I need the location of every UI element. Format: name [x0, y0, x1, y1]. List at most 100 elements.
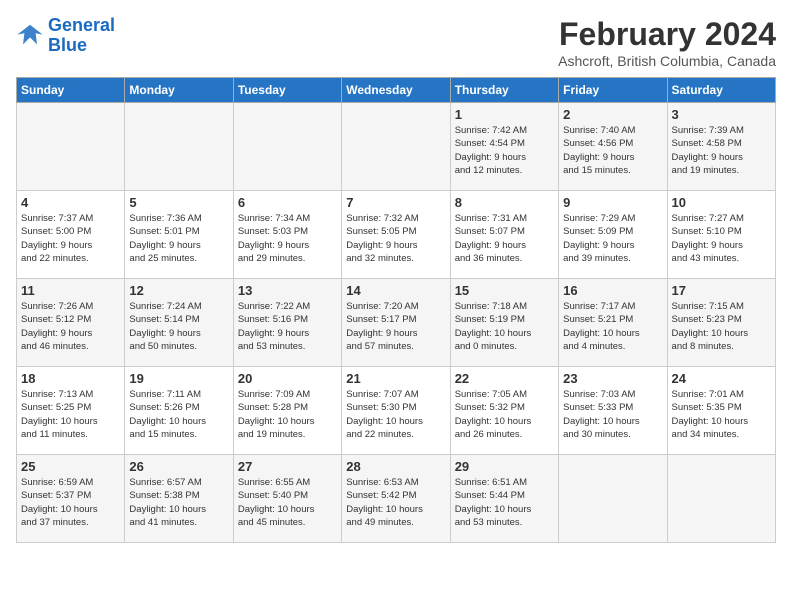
day-info: Sunrise: 7:42 AM Sunset: 4:54 PM Dayligh…: [455, 124, 554, 177]
calendar-cell: 25 Sunrise: 6:59 AM Sunset: 5:37 PM Dayli…: [17, 455, 125, 543]
logo: General Blue: [16, 16, 115, 56]
calendar-cell: 24 Sunrise: 7:01 AM Sunset: 5:35 PM Dayli…: [667, 367, 775, 455]
day-number: 1: [455, 107, 554, 122]
calendar-cell: [559, 455, 667, 543]
calendar-cell: 19Sunrise: 7:11 AM Sunset: 5:26 PM Dayli…: [125, 367, 233, 455]
title-block: February 2024 Ashcroft, British Columbia…: [558, 16, 776, 69]
day-number: 25: [21, 459, 120, 474]
day-number: 7: [346, 195, 445, 210]
calendar-header-row: SundayMondayTuesdayWednesdayThursdayFrid…: [17, 78, 776, 103]
day-number: 14: [346, 283, 445, 298]
day-number: 2: [563, 107, 662, 122]
day-number: 15: [455, 283, 554, 298]
calendar-cell: 5 Sunrise: 7:36 AM Sunset: 5:01 PM Daylig…: [125, 191, 233, 279]
day-info: Sunrise: 7:13 AM Sunset: 5:25 PM Dayligh…: [21, 388, 120, 441]
day-info: Sunrise: 7:22 AM Sunset: 5:16 PM Dayligh…: [238, 300, 337, 353]
day-number: 4: [21, 195, 120, 210]
calendar-cell: 11 Sunrise: 7:26 AM Sunset: 5:12 PM Dayli…: [17, 279, 125, 367]
day-info: Sunrise: 6:51 AM Sunset: 5:44 PM Dayligh…: [455, 476, 554, 529]
day-number: 27: [238, 459, 337, 474]
day-number: 10: [672, 195, 771, 210]
calendar-cell: 29 Sunrise: 6:51 AM Sunset: 5:44 PM Dayli…: [450, 455, 558, 543]
calendar-cell: 13Sunrise: 7:22 AM Sunset: 5:16 PM Dayli…: [233, 279, 341, 367]
calendar-cell: 9 Sunrise: 7:29 AM Sunset: 5:09 PM Daylig…: [559, 191, 667, 279]
day-info: Sunrise: 7:36 AM Sunset: 5:01 PM Dayligh…: [129, 212, 228, 265]
calendar-table: SundayMondayTuesdayWednesdayThursdayFrid…: [16, 77, 776, 543]
calendar-cell: 4 Sunrise: 7:37 AM Sunset: 5:00 PM Daylig…: [17, 191, 125, 279]
calendar-cell: 27 Sunrise: 6:55 AM Sunset: 5:40 PM Dayli…: [233, 455, 341, 543]
day-info: Sunrise: 6:55 AM Sunset: 5:40 PM Dayligh…: [238, 476, 337, 529]
day-info: Sunrise: 7:29 AM Sunset: 5:09 PM Dayligh…: [563, 212, 662, 265]
calendar-cell: 2Sunrise: 7:40 AM Sunset: 4:56 PM Daylig…: [559, 103, 667, 191]
day-number: 22: [455, 371, 554, 386]
calendar-week-row: 4 Sunrise: 7:37 AM Sunset: 5:00 PM Daylig…: [17, 191, 776, 279]
calendar-week-row: 11 Sunrise: 7:26 AM Sunset: 5:12 PM Dayli…: [17, 279, 776, 367]
day-info: Sunrise: 7:07 AM Sunset: 5:30 PM Dayligh…: [346, 388, 445, 441]
day-number: 19: [129, 371, 228, 386]
calendar-cell: 7 Sunrise: 7:32 AM Sunset: 5:05 PM Daylig…: [342, 191, 450, 279]
calendar-cell: 28Sunrise: 6:53 AM Sunset: 5:42 PM Dayli…: [342, 455, 450, 543]
page-header: General Blue February 2024 Ashcroft, Bri…: [16, 16, 776, 69]
column-header-wednesday: Wednesday: [342, 78, 450, 103]
day-info: Sunrise: 7:34 AM Sunset: 5:03 PM Dayligh…: [238, 212, 337, 265]
day-number: 3: [672, 107, 771, 122]
calendar-week-row: 1 Sunrise: 7:42 AM Sunset: 4:54 PM Daylig…: [17, 103, 776, 191]
day-number: 8: [455, 195, 554, 210]
column-header-sunday: Sunday: [17, 78, 125, 103]
calendar-cell: 16 Sunrise: 7:17 AM Sunset: 5:21 PM Dayli…: [559, 279, 667, 367]
calendar-cell: [125, 103, 233, 191]
column-header-thursday: Thursday: [450, 78, 558, 103]
calendar-cell: 20Sunrise: 7:09 AM Sunset: 5:28 PM Dayli…: [233, 367, 341, 455]
day-number: 12: [129, 283, 228, 298]
calendar-cell: [233, 103, 341, 191]
day-info: Sunrise: 6:57 AM Sunset: 5:38 PM Dayligh…: [129, 476, 228, 529]
calendar-cell: 14Sunrise: 7:20 AM Sunset: 5:17 PM Dayli…: [342, 279, 450, 367]
day-info: Sunrise: 7:31 AM Sunset: 5:07 PM Dayligh…: [455, 212, 554, 265]
calendar-cell: [17, 103, 125, 191]
day-info: Sunrise: 7:26 AM Sunset: 5:12 PM Dayligh…: [21, 300, 120, 353]
calendar-cell: 10 Sunrise: 7:27 AM Sunset: 5:10 PM Dayli…: [667, 191, 775, 279]
logo-text: General Blue: [48, 16, 115, 56]
day-info: Sunrise: 7:01 AM Sunset: 5:35 PM Dayligh…: [672, 388, 771, 441]
day-info: Sunrise: 7:27 AM Sunset: 5:10 PM Dayligh…: [672, 212, 771, 265]
calendar-week-row: 25 Sunrise: 6:59 AM Sunset: 5:37 PM Dayli…: [17, 455, 776, 543]
calendar-cell: 12Sunrise: 7:24 AM Sunset: 5:14 PM Dayli…: [125, 279, 233, 367]
calendar-cell: [667, 455, 775, 543]
day-info: Sunrise: 7:18 AM Sunset: 5:19 PM Dayligh…: [455, 300, 554, 353]
calendar-cell: 15 Sunrise: 7:18 AM Sunset: 5:19 PM Dayli…: [450, 279, 558, 367]
day-number: 11: [21, 283, 120, 298]
column-header-monday: Monday: [125, 78, 233, 103]
day-number: 26: [129, 459, 228, 474]
day-number: 29: [455, 459, 554, 474]
day-number: 17: [672, 283, 771, 298]
day-number: 21: [346, 371, 445, 386]
calendar-cell: 8 Sunrise: 7:31 AM Sunset: 5:07 PM Daylig…: [450, 191, 558, 279]
day-number: 18: [21, 371, 120, 386]
day-number: 5: [129, 195, 228, 210]
day-number: 24: [672, 371, 771, 386]
logo-bird-icon: [16, 22, 44, 50]
day-info: Sunrise: 7:05 AM Sunset: 5:32 PM Dayligh…: [455, 388, 554, 441]
month-title: February 2024: [558, 16, 776, 53]
day-info: Sunrise: 7:37 AM Sunset: 5:00 PM Dayligh…: [21, 212, 120, 265]
calendar-cell: 17 Sunrise: 7:15 AM Sunset: 5:23 PM Dayli…: [667, 279, 775, 367]
day-info: Sunrise: 7:15 AM Sunset: 5:23 PM Dayligh…: [672, 300, 771, 353]
column-header-tuesday: Tuesday: [233, 78, 341, 103]
day-info: Sunrise: 6:59 AM Sunset: 5:37 PM Dayligh…: [21, 476, 120, 529]
day-number: 28: [346, 459, 445, 474]
day-info: Sunrise: 7:09 AM Sunset: 5:28 PM Dayligh…: [238, 388, 337, 441]
location-subtitle: Ashcroft, British Columbia, Canada: [558, 53, 776, 69]
day-number: 23: [563, 371, 662, 386]
day-info: Sunrise: 7:32 AM Sunset: 5:05 PM Dayligh…: [346, 212, 445, 265]
column-header-friday: Friday: [559, 78, 667, 103]
calendar-cell: [342, 103, 450, 191]
day-number: 16: [563, 283, 662, 298]
day-number: 9: [563, 195, 662, 210]
column-header-saturday: Saturday: [667, 78, 775, 103]
day-number: 6: [238, 195, 337, 210]
calendar-cell: 18 Sunrise: 7:13 AM Sunset: 5:25 PM Dayli…: [17, 367, 125, 455]
calendar-cell: 6 Sunrise: 7:34 AM Sunset: 5:03 PM Daylig…: [233, 191, 341, 279]
calendar-cell: 21 Sunrise: 7:07 AM Sunset: 5:30 PM Dayli…: [342, 367, 450, 455]
calendar-cell: 22 Sunrise: 7:05 AM Sunset: 5:32 PM Dayli…: [450, 367, 558, 455]
day-info: Sunrise: 7:17 AM Sunset: 5:21 PM Dayligh…: [563, 300, 662, 353]
